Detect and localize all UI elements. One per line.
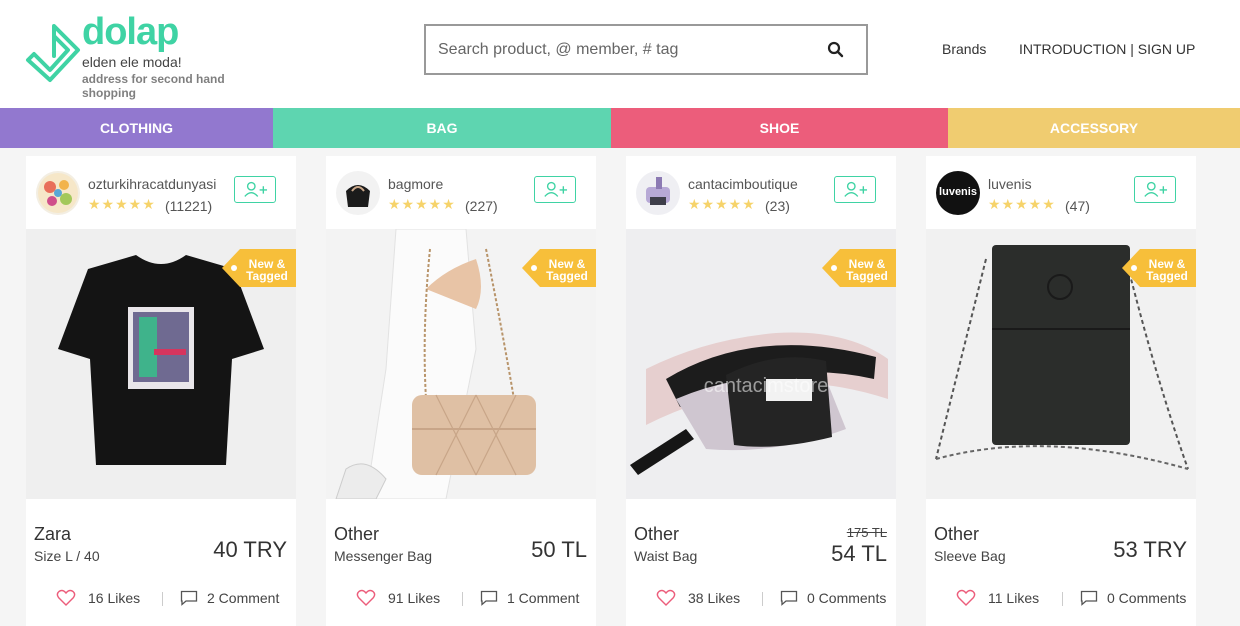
rating-count: (23) <box>765 198 790 214</box>
comments-count: 0 Comments <box>1107 590 1187 606</box>
signup-link[interactable]: INTRODUCTION | SIGN UP <box>1019 41 1195 57</box>
category-bar: CLOTHING BAG SHOE ACCESSORY <box>0 108 1240 148</box>
original-price: 175 TL <box>846 525 887 540</box>
seller-name[interactable]: cantacimboutique <box>688 176 798 192</box>
product-image[interactable]: New & Tagged <box>26 229 296 499</box>
new-tag-label: New & Tagged <box>846 257 888 283</box>
star-rating: ★★★★★ <box>688 196 756 212</box>
follow-user-icon[interactable] <box>834 176 876 203</box>
star-rating: ★★★★★ <box>988 196 1056 212</box>
rating-count: (47) <box>1065 198 1090 214</box>
new-tag-label: New & Tagged <box>246 257 288 283</box>
category-shoe[interactable]: SHOE <box>611 108 948 148</box>
image-watermark: cantacimstore <box>703 375 829 397</box>
divider <box>1062 592 1063 606</box>
divider <box>162 592 163 606</box>
heart-icon <box>356 589 376 606</box>
seller-avatar[interactable]: luvenis <box>936 171 980 215</box>
logo-name: dolap <box>82 11 179 53</box>
brands-link[interactable]: Brands <box>942 41 986 57</box>
product-image[interactable]: New & Tagged <box>326 229 596 499</box>
seller-avatar-text: luvenis <box>939 186 977 198</box>
logo-subtitle: address for second hand shopping <box>82 72 225 100</box>
seller-avatar[interactable] <box>36 171 80 215</box>
product-price: 40 TRY <box>213 537 287 562</box>
likes-count: 11 Likes <box>988 590 1040 606</box>
follow-user-icon[interactable] <box>534 176 576 203</box>
product-price: 50 TL <box>531 537 587 562</box>
heart-icon <box>56 589 76 606</box>
product-subtitle: Waist Bag <box>634 548 698 564</box>
comments-count: 1 Comment <box>507 590 580 606</box>
dolap-logo[interactable]: dolap elden ele moda! address for second… <box>24 11 264 104</box>
comment-icon <box>180 590 198 606</box>
logo-tagline: elden ele moda! <box>82 54 182 70</box>
product-image[interactable]: New & Tagged cantacimstore <box>626 229 896 499</box>
new-tag-label: New & Tagged <box>546 257 588 283</box>
seller-header: ozturkihracatdunyasi ★★★★★ (11221) <box>26 156 296 229</box>
star-rating: ★★★★★ <box>88 196 156 212</box>
seller-name[interactable]: luvenis <box>988 176 1032 192</box>
product-price: 53 TRY <box>1113 537 1187 562</box>
product-subtitle: Messenger Bag <box>334 548 433 564</box>
divider <box>462 592 463 606</box>
star-rating: ★★★★★ <box>388 196 456 212</box>
product-card[interactable]: luvenis luvenis ★★★★★ (47) New & Tagged O… <box>926 156 1196 626</box>
product-card[interactable]: cantacimboutique ★★★★★ (23) New & Tagged … <box>626 156 896 626</box>
likes-count: 91 Likes <box>388 590 441 606</box>
seller-avatar[interactable] <box>636 171 680 215</box>
follow-user-icon[interactable] <box>1134 176 1176 203</box>
seller-header: cantacimboutique ★★★★★ (23) <box>626 156 896 229</box>
category-bag[interactable]: BAG <box>273 108 611 148</box>
likes-count: 16 Likes <box>88 590 141 606</box>
product-brand: Other <box>334 524 380 544</box>
header: dolap elden ele moda! address for second… <box>0 0 1240 108</box>
product-brand: Zara <box>34 524 72 544</box>
product-subtitle: Size L / 40 <box>34 548 100 564</box>
product-brand: Other <box>634 524 680 544</box>
search-input[interactable] <box>438 36 818 64</box>
product-brand: Other <box>934 524 980 544</box>
comments-count: 0 Comments <box>807 590 887 606</box>
comments-count: 2 Comment <box>207 590 280 606</box>
comment-icon <box>780 590 798 606</box>
product-image[interactable]: New & Tagged <box>926 229 1196 499</box>
likes-count: 38 Likes <box>688 590 741 606</box>
seller-avatar[interactable] <box>336 171 380 215</box>
product-price: 54 TL <box>831 541 887 566</box>
heart-icon <box>656 589 676 606</box>
rating-count: (227) <box>465 198 498 214</box>
product-card[interactable]: ozturkihracatdunyasi ★★★★★ (11221) New &… <box>26 156 296 626</box>
seller-header: bagmore ★★★★★ (227) <box>326 156 596 229</box>
follow-user-icon[interactable] <box>234 176 276 203</box>
search-box <box>424 24 868 75</box>
category-accessory[interactable]: ACCESSORY <box>948 108 1240 148</box>
comment-icon <box>1080 590 1098 606</box>
rating-count: (11221) <box>165 198 213 214</box>
category-clothing[interactable]: CLOTHING <box>0 108 273 148</box>
heart-icon <box>956 589 976 606</box>
product-subtitle: Sleeve Bag <box>934 548 1006 564</box>
new-tag-label: New & Tagged <box>1146 257 1188 283</box>
comment-icon <box>480 590 498 606</box>
divider <box>762 592 763 606</box>
search-icon[interactable] <box>826 40 846 60</box>
seller-name[interactable]: bagmore <box>388 176 443 192</box>
seller-header: luvenis luvenis ★★★★★ (47) <box>926 156 1196 229</box>
dolap-logo-icon <box>26 24 80 82</box>
seller-name[interactable]: ozturkihracatdunyasi <box>88 176 216 192</box>
product-card[interactable]: bagmore ★★★★★ (227) New & Tagged Other Me… <box>326 156 596 626</box>
